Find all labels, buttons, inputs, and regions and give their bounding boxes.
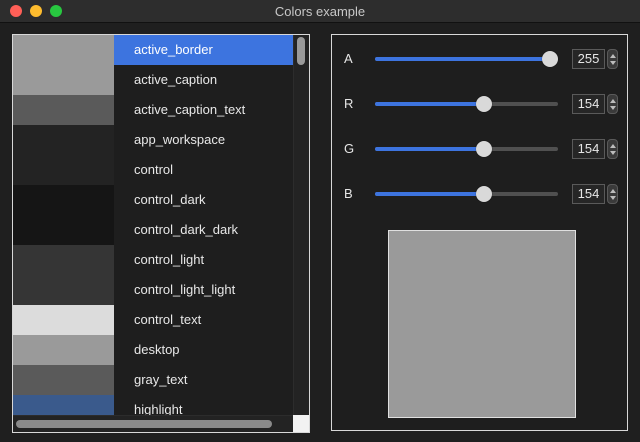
channel-value-input[interactable]: 154 bbox=[572, 139, 605, 159]
list-item[interactable]: control_dark bbox=[13, 185, 293, 215]
slider-fill bbox=[375, 102, 484, 106]
channel-row-b: B 154 bbox=[332, 182, 627, 206]
vertical-scroll-thumb[interactable] bbox=[297, 37, 305, 65]
vertical-scrollbar[interactable] bbox=[293, 35, 309, 415]
color-name-label: control_text bbox=[114, 305, 293, 335]
list-item[interactable]: active_border bbox=[13, 35, 293, 65]
stepper-button[interactable] bbox=[607, 94, 618, 114]
color-name-label: control bbox=[114, 155, 293, 185]
channel-label: A bbox=[344, 51, 353, 66]
slider-fill bbox=[375, 57, 550, 61]
scroll-corner bbox=[293, 415, 309, 432]
channel-spinbox[interactable]: 154 bbox=[572, 184, 618, 204]
channel-label: R bbox=[344, 96, 354, 111]
stepper-button[interactable] bbox=[607, 184, 618, 204]
channel-label: B bbox=[344, 186, 353, 201]
slider-knob[interactable] bbox=[475, 186, 492, 202]
channel-row-r: R 154 bbox=[332, 92, 627, 116]
color-swatch bbox=[13, 185, 114, 215]
horizontal-scrollbar[interactable] bbox=[13, 415, 293, 432]
color-preview-swatch bbox=[388, 230, 576, 418]
list-item[interactable]: highlight bbox=[13, 395, 293, 415]
chevron-down-icon[interactable] bbox=[610, 106, 616, 110]
stepper-button[interactable] bbox=[607, 49, 618, 69]
list-item[interactable]: active_caption_text bbox=[13, 95, 293, 125]
channel-slider[interactable] bbox=[375, 186, 558, 202]
channel-slider[interactable] bbox=[375, 51, 558, 67]
chevron-down-icon[interactable] bbox=[610, 151, 616, 155]
channel-row-a: A 255 bbox=[332, 47, 627, 71]
color-name-label: control_dark_dark bbox=[114, 215, 293, 245]
list-item[interactable]: control_text bbox=[13, 305, 293, 335]
color-swatch bbox=[13, 305, 114, 335]
list-item[interactable]: desktop bbox=[13, 335, 293, 365]
channel-spinbox[interactable]: 154 bbox=[572, 139, 618, 159]
color-name-label: gray_text bbox=[114, 365, 293, 395]
color-swatch bbox=[13, 125, 114, 155]
color-swatch bbox=[13, 95, 114, 125]
slider-fill bbox=[375, 147, 484, 151]
title-bar: Colors example bbox=[0, 0, 640, 23]
channel-value-input[interactable]: 154 bbox=[572, 184, 605, 204]
color-name-label: desktop bbox=[114, 335, 293, 365]
color-name-label: app_workspace bbox=[114, 125, 293, 155]
channel-spinbox[interactable]: 154 bbox=[572, 94, 618, 114]
color-swatch bbox=[13, 245, 114, 275]
color-name-label: control_light_light bbox=[114, 275, 293, 305]
channel-value-input[interactable]: 154 bbox=[572, 94, 605, 114]
color-list[interactable]: active_border active_caption active_captio… bbox=[13, 35, 293, 415]
color-name-label: highlight bbox=[114, 395, 293, 415]
list-item[interactable]: control bbox=[13, 155, 293, 185]
color-swatch bbox=[13, 155, 114, 185]
window-title: Colors example bbox=[274, 4, 366, 19]
color-name-label: control_dark bbox=[114, 185, 293, 215]
channel-spinbox[interactable]: 255 bbox=[572, 49, 618, 69]
list-item[interactable]: active_caption bbox=[13, 65, 293, 95]
list-item[interactable]: app_workspace bbox=[13, 125, 293, 155]
list-item[interactable]: control_dark_dark bbox=[13, 215, 293, 245]
chevron-up-icon[interactable] bbox=[610, 54, 616, 58]
color-swatch bbox=[13, 65, 114, 95]
color-name-label: active_caption bbox=[114, 65, 293, 95]
color-list-panel: active_border active_caption active_captio… bbox=[12, 34, 310, 433]
chevron-down-icon[interactable] bbox=[610, 196, 616, 200]
color-swatch bbox=[13, 215, 114, 245]
list-item[interactable]: control_light bbox=[13, 245, 293, 275]
slider-fill bbox=[375, 192, 484, 196]
chevron-up-icon[interactable] bbox=[610, 144, 616, 148]
color-swatch bbox=[13, 335, 114, 365]
channel-value-input[interactable]: 255 bbox=[572, 49, 605, 69]
channel-slider[interactable] bbox=[375, 141, 558, 157]
list-item[interactable]: control_light_light bbox=[13, 275, 293, 305]
channel-label: G bbox=[344, 141, 355, 156]
color-name-label: active_border bbox=[114, 35, 293, 65]
chevron-up-icon[interactable] bbox=[610, 189, 616, 193]
horizontal-scroll-thumb[interactable] bbox=[16, 420, 272, 428]
color-editor-panel: A 255 R 154 G 154 B 154 bbox=[331, 34, 628, 431]
slider-knob[interactable] bbox=[475, 96, 492, 112]
slider-knob[interactable] bbox=[475, 141, 492, 157]
channel-slider[interactable] bbox=[375, 96, 558, 112]
color-name-label: control_light bbox=[114, 245, 293, 275]
slider-knob[interactable] bbox=[542, 51, 558, 67]
color-name-label: active_caption_text bbox=[114, 95, 293, 125]
color-swatch bbox=[13, 365, 114, 395]
color-swatch bbox=[13, 275, 114, 305]
chevron-up-icon[interactable] bbox=[610, 99, 616, 103]
list-item[interactable]: gray_text bbox=[13, 365, 293, 395]
channel-row-g: G 154 bbox=[332, 137, 627, 161]
color-swatch bbox=[13, 395, 114, 415]
chevron-down-icon[interactable] bbox=[610, 61, 616, 65]
stepper-button[interactable] bbox=[607, 139, 618, 159]
color-swatch bbox=[13, 35, 114, 65]
